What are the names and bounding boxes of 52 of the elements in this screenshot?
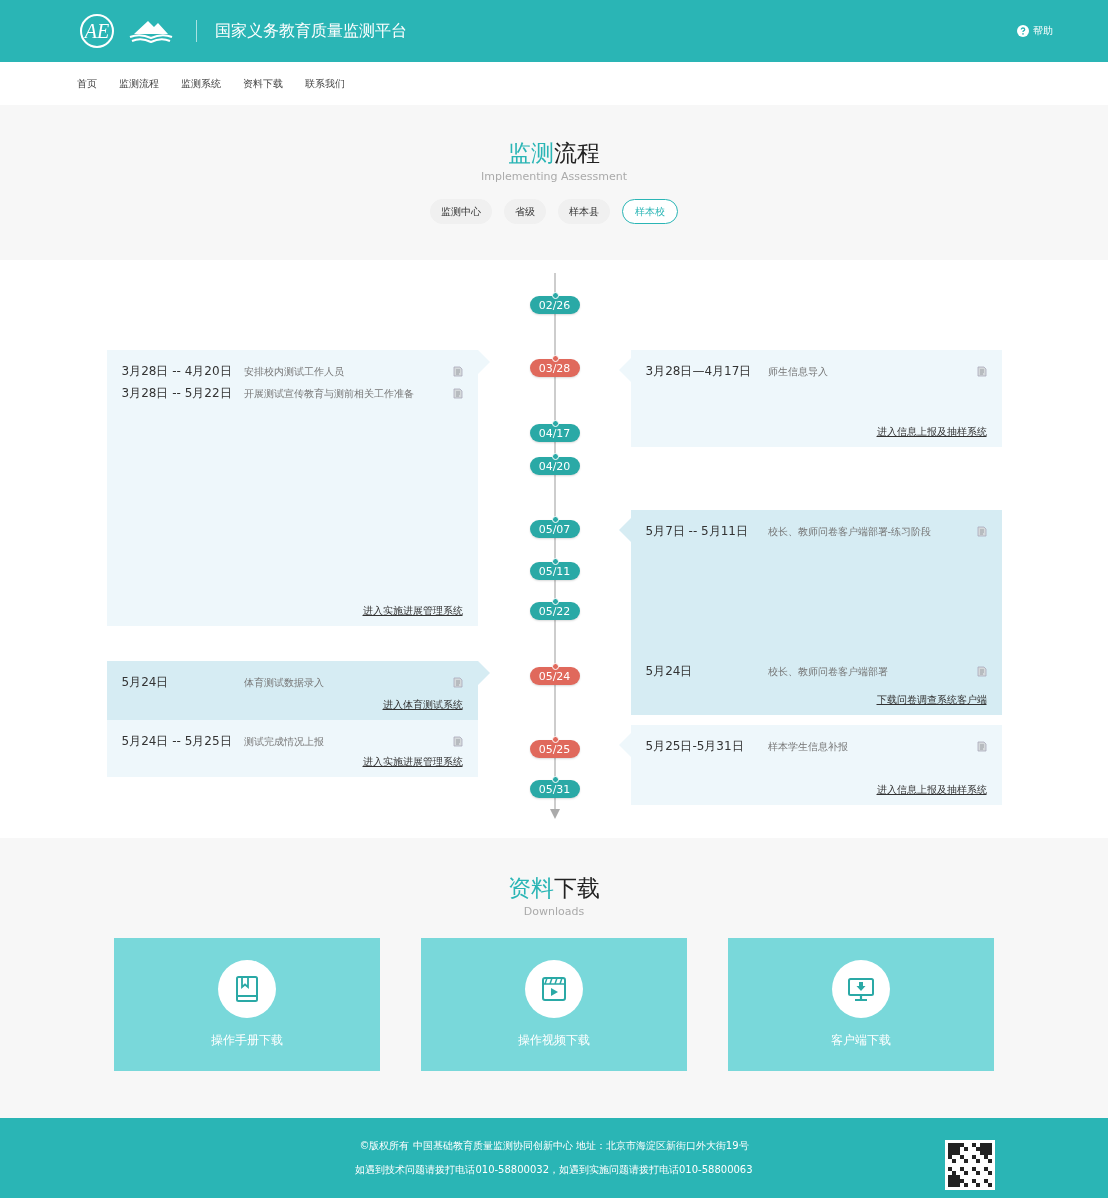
system-link[interactable]: 进入信息上报及抽样系统: [876, 425, 987, 439]
section-subtitle: Downloads: [523, 905, 585, 918]
task-text: 校长、教师问卷客户端部署-练习阶段: [767, 524, 933, 539]
document-icon[interactable]: [976, 526, 987, 537]
task-text: 师生信息导入: [767, 364, 829, 379]
date-range: 5月7日 -- 5月11日: [645, 523, 749, 540]
nav-link[interactable]: 监测流程: [119, 76, 159, 91]
footer-text: ©版权所有 中国基础教育质量监测协同创新中心 地址：北京市海淀区新街口外大街19号: [358, 1139, 750, 1153]
system-link[interactable]: 进入实施进展管理系统: [362, 755, 463, 769]
task-text: 测试完成情况上报: [243, 734, 325, 749]
date-range: 3月28日 -- 4月20日: [121, 363, 233, 380]
footer-text: 如遇到技术问题请拨打电话010-58800032，如遇到实施问题请拨打电话010-58800063: [355, 1163, 753, 1177]
section-subtitle: Implementing Assessment: [481, 170, 627, 183]
task-text: 样本学生信息补报: [767, 739, 849, 754]
date-range: 5月24日 -- 5月25日: [121, 733, 233, 750]
date-range: 5月24日: [121, 674, 170, 691]
section-title: 监测流程: [508, 139, 600, 168]
nav-link[interactable]: 监测系统: [181, 76, 221, 91]
date-range: 5月24日: [645, 663, 694, 680]
level-tab[interactable]: 监测中心: [430, 199, 492, 224]
document-icon[interactable]: [452, 677, 463, 688]
task-text: 开展测试宣传教育与测前相关工作准备: [243, 386, 415, 401]
book-icon: [218, 960, 276, 1018]
mountain-book-icon: [128, 18, 174, 44]
document-icon[interactable]: [452, 388, 463, 399]
document-icon[interactable]: [452, 736, 463, 747]
task-text: 安排校内测试工作人员: [243, 364, 345, 379]
date-range: 3月28日 -- 5月22日: [121, 385, 233, 402]
video-clapper-icon: [525, 960, 583, 1018]
logo-text: AE: [80, 14, 114, 48]
document-icon[interactable]: [976, 666, 987, 677]
system-link[interactable]: 下载问卷调查系统客户端: [876, 693, 987, 707]
document-icon[interactable]: [452, 366, 463, 377]
nav-link[interactable]: 资料下载: [243, 76, 283, 91]
system-link[interactable]: 进入实施进展管理系统: [362, 604, 463, 618]
document-icon[interactable]: [976, 366, 987, 377]
nav-link[interactable]: 联系我们: [305, 76, 345, 91]
task-text: 校长、教师问卷客户端部署: [767, 664, 889, 679]
qr-code-icon: [945, 1140, 995, 1190]
level-tab[interactable]: 样本县: [558, 199, 610, 224]
nav-link[interactable]: 首页: [77, 76, 97, 91]
date-range: 5月25日-5月31日: [645, 738, 745, 755]
task-text: 体育测试数据录入: [243, 675, 325, 690]
site-title: 国家义务教育质量监测平台: [215, 20, 407, 42]
system-link[interactable]: 进入信息上报及抽样系统: [876, 783, 987, 797]
section-title: 资料下载: [508, 874, 600, 903]
document-icon[interactable]: [976, 741, 987, 752]
help-icon[interactable]: [1017, 25, 1029, 37]
system-link[interactable]: 进入体育测试系统: [382, 698, 463, 712]
date-range: 3月28日—4月17日: [645, 363, 753, 380]
monitor-download-icon: [832, 960, 890, 1018]
level-tab[interactable]: 省级: [504, 199, 546, 224]
